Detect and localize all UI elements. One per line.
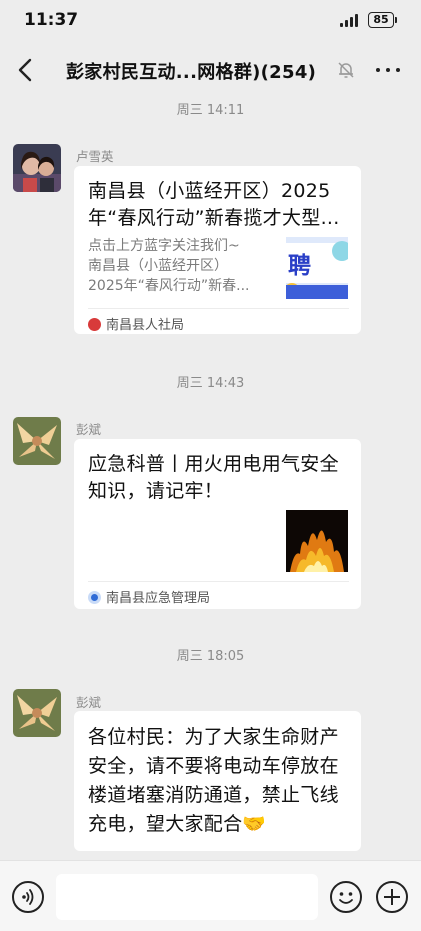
- status-time: 11:37: [24, 10, 79, 30]
- more-dot-icon: [386, 68, 390, 72]
- more-dot-icon: [396, 68, 400, 72]
- avatar-photo: [13, 144, 61, 192]
- article-source: 南昌县人社局: [88, 314, 184, 333]
- article-desc-line: 2025年“春风行动”新春...: [88, 278, 250, 294]
- chat-title: 彭家村民互动...网格群)(254): [66, 62, 317, 83]
- article-card[interactable]: 南昌县（小蓝经开区）2025年“春风行动”新春揽才大型... 点击上方蓝字关注我…: [74, 166, 361, 334]
- message-timestamp: 周三 14:11: [176, 103, 245, 118]
- message-timestamp: 周三 14:43: [176, 376, 245, 391]
- fire-icon: [286, 510, 348, 572]
- more-options-button[interactable]: [374, 58, 402, 82]
- chat-header: 彭家村民互动...网格群)(254): [0, 44, 421, 96]
- more-functions-button[interactable]: [376, 881, 408, 913]
- article-card[interactable]: 应急科普丨用火用电用气安全知识，请记牢！ 南昌县应急管理局: [74, 439, 361, 609]
- sender-avatar[interactable]: [13, 417, 61, 465]
- sender-name: 彭斌: [76, 422, 102, 437]
- article-thumbnail: 聘: [286, 237, 348, 299]
- card-divider: [88, 308, 349, 309]
- message-input[interactable]: [56, 874, 318, 920]
- sender-name: 彭斌: [76, 695, 102, 710]
- thumbnail-text: 聘: [288, 253, 311, 279]
- signal-icon: [340, 13, 362, 27]
- battery-icon: 85: [368, 12, 397, 28]
- sender-avatar[interactable]: [13, 689, 61, 737]
- battery-level: 85: [373, 13, 389, 26]
- official-account-icon: [88, 591, 101, 604]
- chevron-left-icon: [18, 58, 32, 82]
- article-desc-line: 点击上方蓝字关注我们~: [88, 238, 240, 254]
- official-account-icon: [88, 318, 101, 331]
- status-bar: 11:37 85: [0, 0, 421, 40]
- avatar-photo: [13, 689, 61, 737]
- emoji-button[interactable]: [330, 881, 362, 913]
- text-message-bubble[interactable]: 各位村民：为了大家生命财产安全，请不要将电动车停放在楼道堵塞消防通道，禁止飞线充…: [74, 711, 361, 851]
- article-title: 应急科普丨用火用电用气安全知识，请记牢！: [88, 453, 339, 502]
- card-divider: [88, 581, 349, 582]
- more-dot-icon: [376, 68, 380, 72]
- mute-bell-icon: [338, 62, 354, 78]
- avatar-photo: [13, 417, 61, 465]
- source-name: 南昌县人社局: [106, 318, 185, 333]
- voice-icon: [22, 889, 34, 905]
- back-button[interactable]: [12, 56, 42, 84]
- sender-name: 卢雪英: [76, 149, 114, 164]
- sender-avatar[interactable]: [13, 144, 61, 192]
- message-input-bar: [0, 860, 421, 931]
- smiley-icon: [339, 892, 353, 904]
- source-name: 南昌县应急管理局: [106, 591, 211, 606]
- voice-input-button[interactable]: [12, 881, 44, 913]
- article-source: 南昌县应急管理局: [88, 587, 210, 606]
- article-title: 南昌县（小蓝经开区）2025年“春风行动”新春揽才大型...: [88, 180, 340, 229]
- message-timestamp: 周三 18:05: [176, 649, 245, 664]
- article-desc-line: 南昌县（小蓝经开区）: [88, 258, 228, 274]
- fire-thumbnail: [286, 510, 348, 572]
